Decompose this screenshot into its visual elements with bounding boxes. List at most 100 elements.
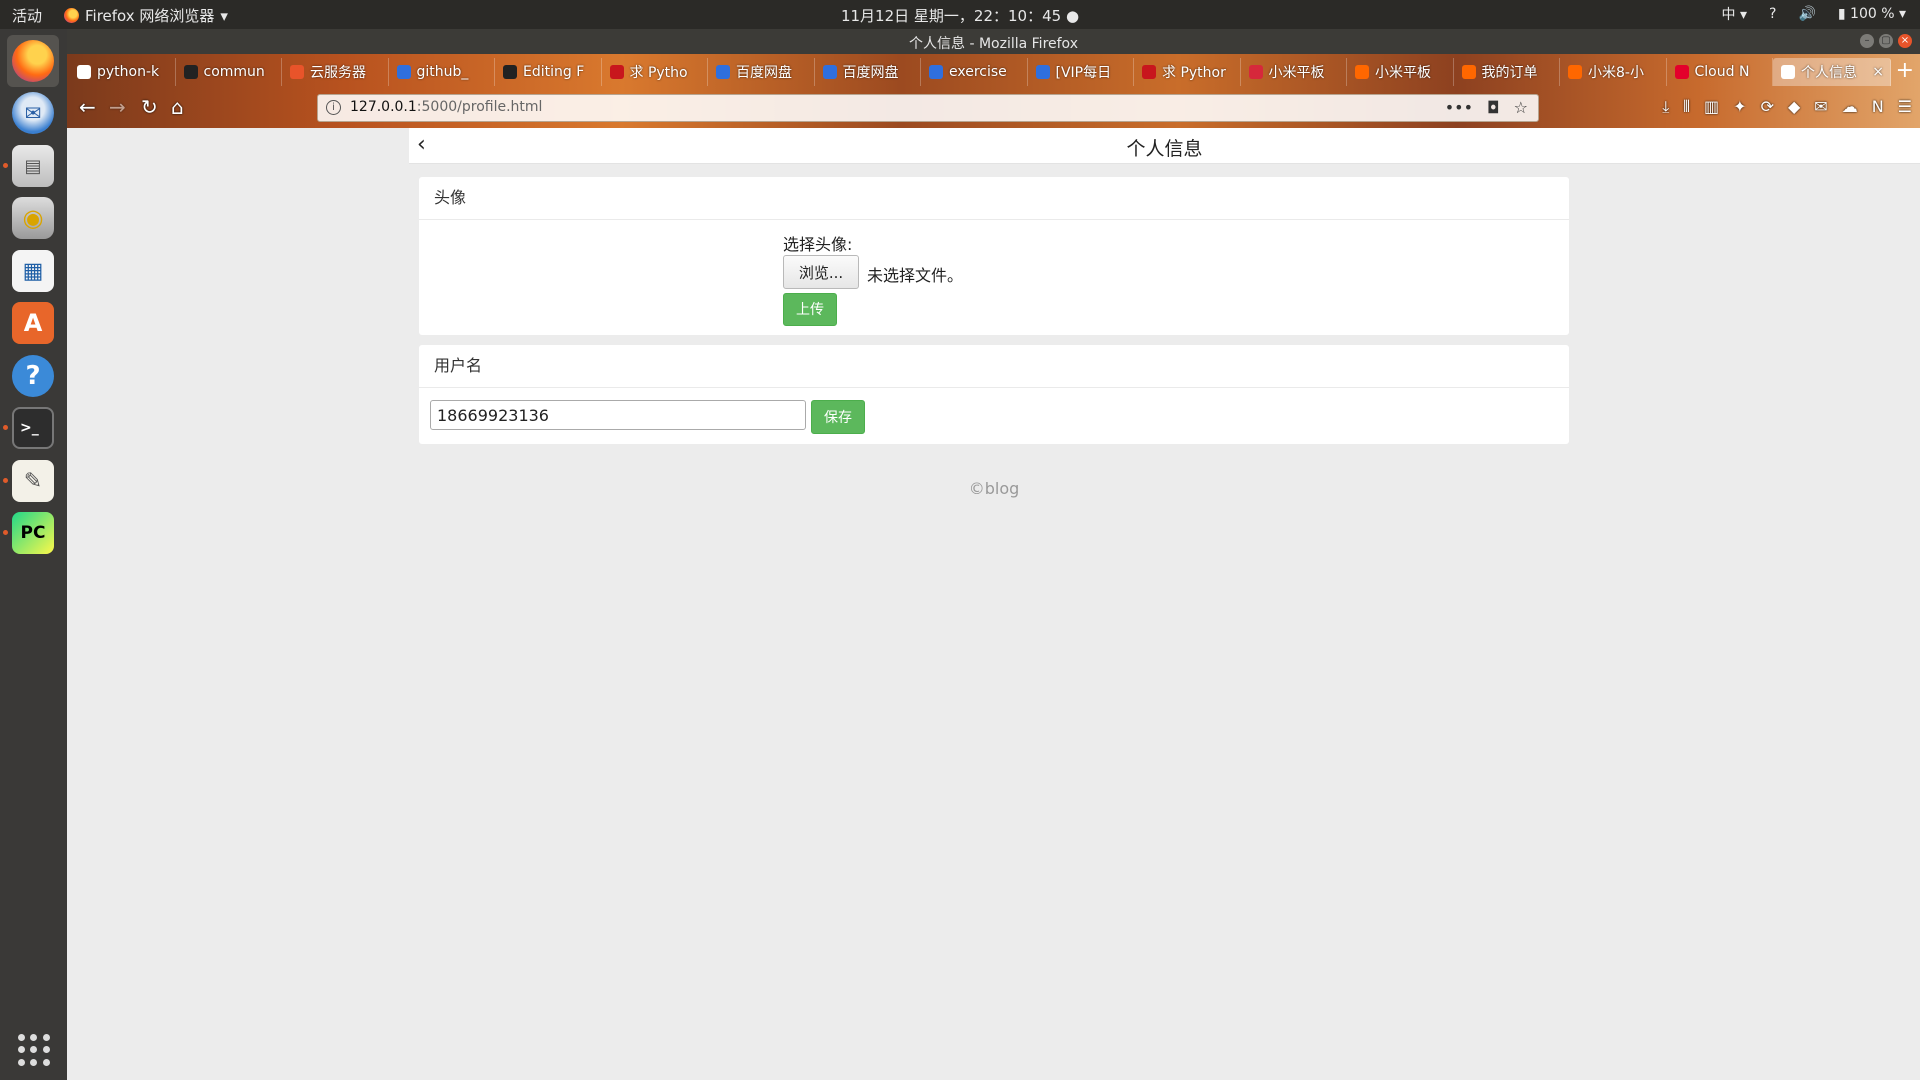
tab-label: 小米8-小 xyxy=(1588,65,1644,81)
tab[interactable]: Cloud N xyxy=(1667,58,1773,86)
reload-button[interactable]: ↻ xyxy=(141,95,158,119)
tab-label: github_ xyxy=(416,64,469,80)
url-text[interactable]: 127.0.0.1:5000/profile.html xyxy=(350,99,542,115)
tab[interactable]: 小米平板 xyxy=(1347,58,1454,86)
username-input[interactable] xyxy=(430,400,806,430)
tab[interactable]: exercise xyxy=(921,58,1028,86)
terminal-icon: >_ xyxy=(12,407,54,449)
tab[interactable]: 小米8-小 xyxy=(1560,58,1667,86)
menu-icon[interactable]: ☰ xyxy=(1898,97,1912,117)
save-button[interactable]: 保存 xyxy=(811,400,865,434)
input-method-indicator[interactable]: 中 ▾ xyxy=(1722,4,1747,24)
close-icon[interactable]: × xyxy=(1898,34,1912,48)
activities-button[interactable]: 活动 xyxy=(12,5,42,26)
tab-favicon-icon xyxy=(1781,65,1795,79)
file-cabinet-icon: ▤ xyxy=(12,145,54,187)
tab-strip: python-k commun 云服务器 github_ Editing F 求 Pyth… xyxy=(67,54,1920,88)
running-indicator xyxy=(3,163,8,168)
running-indicator xyxy=(3,530,8,535)
dock-text-editor[interactable]: ✎ xyxy=(3,455,59,507)
show-applications-icon[interactable] xyxy=(18,1034,50,1066)
browse-file-button[interactable]: 浏览... xyxy=(783,255,859,289)
shopping-bag-icon: A xyxy=(12,302,54,344)
page-actions-icon[interactable]: ••• xyxy=(1445,98,1473,117)
extension-icon[interactable]: ✦ xyxy=(1733,97,1746,117)
system-tray[interactable]: 中 ▾ ? 🔊 ▮ 100 % ▾ xyxy=(1722,4,1906,24)
notepad-icon: ✎ xyxy=(12,460,54,502)
tab-active[interactable]: 个人信息 × xyxy=(1773,58,1891,86)
tab-favicon-icon xyxy=(1674,65,1689,79)
tab[interactable]: [VIP每日 xyxy=(1028,58,1134,86)
pocket-icon[interactable]: ◘ xyxy=(1487,98,1500,117)
download-icon[interactable]: ⤓ xyxy=(1662,97,1669,117)
dock-writer[interactable]: ▦ xyxy=(7,245,59,297)
bookmark-star-icon[interactable]: ☆ xyxy=(1514,98,1528,117)
tab[interactable]: 小米平板 xyxy=(1241,58,1347,86)
close-tab-icon[interactable]: × xyxy=(1872,64,1884,80)
dock-terminal[interactable]: >_ xyxy=(3,402,59,454)
url-bar[interactable]: i 127.0.0.1:5000/profile.html ••• ◘ ☆ xyxy=(317,94,1539,122)
tab[interactable]: 求 Pytho xyxy=(602,58,708,86)
app-menu[interactable]: Firefox 网络浏览器 ▾ xyxy=(64,5,228,26)
tab-label: python-k xyxy=(97,64,160,80)
tab-label: exercise xyxy=(949,64,1007,80)
tab-favicon-icon xyxy=(183,65,198,79)
tab-favicon-icon xyxy=(77,65,91,79)
tab-favicon-icon xyxy=(396,65,411,79)
upload-button[interactable]: 上传 xyxy=(783,293,837,326)
clock[interactable]: 11月12日 星期一，22：10：45 xyxy=(841,7,1061,25)
window-titlebar[interactable]: 个人信息 - Mozilla Firefox – ▢ × xyxy=(67,29,1920,54)
tab-favicon-icon xyxy=(1355,65,1369,79)
app-menu-label: Firefox 网络浏览器 xyxy=(85,7,215,25)
tab-favicon-icon xyxy=(503,65,517,79)
cloud-icon[interactable]: ☁ xyxy=(1842,97,1858,117)
dock-thunderbird[interactable]: ✉ xyxy=(7,87,59,139)
dock-help[interactable]: ? xyxy=(7,350,59,402)
onenote-icon[interactable]: N xyxy=(1872,97,1884,117)
translate-icon[interactable]: ◆ xyxy=(1788,97,1800,117)
tab[interactable]: 我的订单 xyxy=(1454,58,1560,86)
firefox-icon xyxy=(12,40,54,82)
avatar-panel: 头像 选择头像: 浏览... 未选择文件。 上传 xyxy=(419,177,1569,335)
speaker-icon: ◉ xyxy=(12,197,54,239)
tab[interactable]: 百度网盘 xyxy=(708,58,815,86)
tab[interactable]: github_ xyxy=(389,58,495,86)
volume-icon[interactable]: 🔊 xyxy=(1798,6,1815,22)
system-top-bar: 活动 Firefox 网络浏览器 ▾ 11月12日 星期一，22：10：45 ●… xyxy=(0,0,1920,29)
tab-favicon-icon xyxy=(929,65,943,79)
tab[interactable]: 云服务器 xyxy=(282,58,389,86)
tab-favicon-icon xyxy=(1568,65,1582,79)
tab[interactable]: python-k xyxy=(69,58,176,86)
tab-label: 小米平板 xyxy=(1375,65,1431,81)
home-button[interactable]: ⌂ xyxy=(171,95,184,119)
dock-pycharm[interactable]: PC xyxy=(3,507,59,559)
tab-favicon-icon xyxy=(1142,65,1156,79)
forward-button[interactable]: → xyxy=(109,95,126,119)
site-info-icon[interactable]: i xyxy=(326,100,341,115)
tab-label: 求 Pythor xyxy=(1162,65,1226,81)
tab-label: 求 Pytho xyxy=(629,65,688,81)
library-icon[interactable]: ⫴ xyxy=(1683,97,1690,117)
new-tab-button[interactable]: + xyxy=(1896,58,1914,83)
help-icon[interactable]: ? xyxy=(1769,6,1776,22)
dock-firefox[interactable] xyxy=(7,35,59,87)
tab[interactable]: 百度网盘 xyxy=(815,58,921,86)
sidebar-icon[interactable]: ▥ xyxy=(1704,97,1719,117)
minimize-icon[interactable]: – xyxy=(1860,34,1874,48)
mail-icon[interactable]: ✉ xyxy=(1814,97,1827,117)
tab[interactable]: commun xyxy=(176,58,282,86)
tab-label: Cloud N xyxy=(1694,64,1750,80)
dock-rhythmbox[interactable]: ◉ xyxy=(7,192,59,244)
sync-icon[interactable]: ⟳ xyxy=(1761,97,1774,117)
back-button[interactable]: ← xyxy=(79,95,96,119)
battery-indicator[interactable]: ▮ 100 % ▾ xyxy=(1838,6,1906,22)
no-file-selected-text: 未选择文件。 xyxy=(867,266,964,285)
chevron-down-icon: ▾ xyxy=(220,6,228,25)
dock-files[interactable]: ▤ xyxy=(3,140,59,192)
maximize-icon[interactable]: ▢ xyxy=(1879,34,1893,48)
tab[interactable]: Editing F xyxy=(495,58,602,86)
tab-label: 小米平板 xyxy=(1268,65,1325,81)
tab-favicon-icon xyxy=(716,65,730,79)
dock-software[interactable]: A xyxy=(7,297,59,349)
tab[interactable]: 求 Pythor xyxy=(1134,58,1241,86)
